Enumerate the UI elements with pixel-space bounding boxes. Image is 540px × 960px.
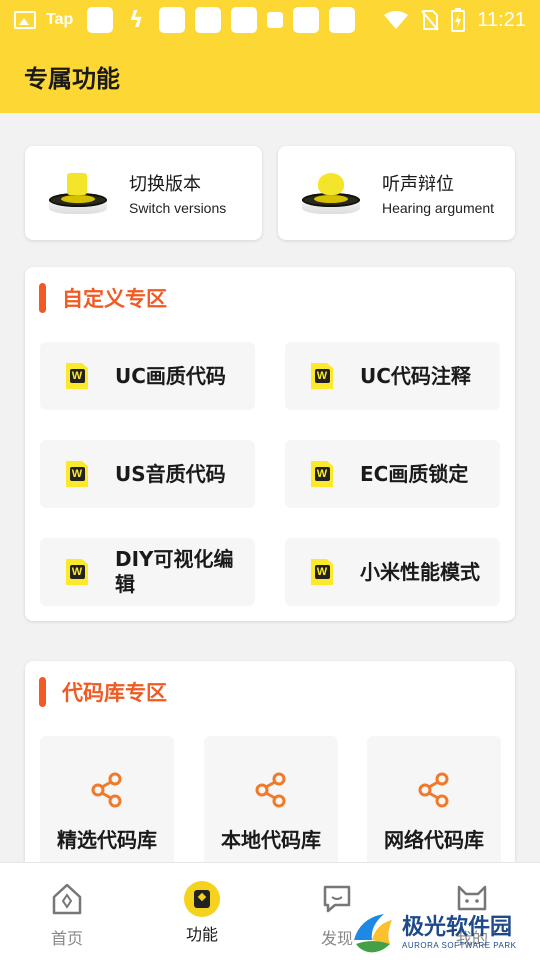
watermark-tagline: AURORA SOFTWARE PARK xyxy=(402,941,517,950)
library-label: 本地代码库 xyxy=(221,828,321,852)
watermark-name: 极光软件园 xyxy=(402,915,513,940)
app-bar: 专属功能 xyxy=(0,40,540,113)
bolt-icon: ϟ xyxy=(129,7,144,33)
custom-section: 自定义专区 W UC画质代码 W UC代码注释 W US音质代码 W EC画质锁… xyxy=(25,267,515,621)
feature-label: UC画质代码 xyxy=(115,363,226,388)
orb-pedestal-icon xyxy=(300,163,360,223)
page-title: 专属功能 xyxy=(24,65,120,93)
w-doc-icon: W xyxy=(66,363,88,389)
share-icon xyxy=(255,772,286,808)
card-title: 切换版本 xyxy=(129,174,201,195)
nav-label: 功能 xyxy=(185,925,218,944)
w-doc-icon: W xyxy=(66,461,88,487)
nav-label: 首页 xyxy=(50,929,83,948)
library-label: 精选代码库 xyxy=(57,828,157,852)
w-doc-icon: W xyxy=(66,559,88,585)
nav-home[interactable]: 首页 xyxy=(22,881,112,949)
w-doc-icon: W xyxy=(311,559,333,585)
cube-pedestal-icon xyxy=(47,163,107,223)
battery-charging-icon xyxy=(451,8,466,32)
notification-icon xyxy=(329,7,356,33)
switch-version-card[interactable]: 切换版本 Switch versions xyxy=(25,146,262,240)
feature-us-audio-code[interactable]: W US音质代码 xyxy=(40,440,255,508)
feature-label: DIY可视化编辑 xyxy=(115,547,234,596)
feature-uc-code-comment[interactable]: W UC代码注释 xyxy=(285,342,500,410)
home-icon xyxy=(52,883,82,915)
bookmark-icon xyxy=(184,881,220,917)
feature-xiaomi-performance[interactable]: W 小米性能模式 xyxy=(285,538,500,606)
library-label: 网络代码库 xyxy=(384,828,484,852)
card-title: 听声辩位 xyxy=(382,174,454,195)
feature-diy-visual-edit[interactable]: W DIY可视化编辑 xyxy=(40,538,255,606)
section-title: 自定义专区 xyxy=(62,287,167,311)
section-accent-bar xyxy=(39,283,46,313)
library-network[interactable]: 网络代码库 xyxy=(367,736,501,876)
feature-ec-quality-lock[interactable]: W EC画质锁定 xyxy=(285,440,500,508)
hearing-argument-card[interactable]: 听声辩位 Hearing argument xyxy=(278,146,515,240)
no-sim-icon xyxy=(421,10,440,31)
notification-icon xyxy=(293,7,320,33)
feature-label: 小米性能模式 xyxy=(360,559,480,584)
section-title: 代码库专区 xyxy=(62,681,167,705)
nav-features[interactable]: 功能 xyxy=(157,881,247,945)
feature-label: EC画质锁定 xyxy=(360,461,469,486)
card-subtitle: Switch versions xyxy=(129,200,227,216)
clock: 11:21 xyxy=(477,8,526,31)
notification-icon xyxy=(87,7,114,33)
notification-icon xyxy=(195,7,222,33)
library-local[interactable]: 本地代码库 xyxy=(204,736,338,876)
section-accent-bar xyxy=(39,677,46,707)
watermark: 极光软件园 AURORA SOFTWARE PARK xyxy=(350,905,540,960)
card-subtitle: Hearing argument xyxy=(382,200,495,216)
tap-app-label: Tap xyxy=(46,11,74,28)
notification-icon xyxy=(159,7,186,33)
w-doc-icon: W xyxy=(311,461,333,487)
share-icon xyxy=(91,772,122,808)
feature-label: US音质代码 xyxy=(115,461,226,486)
notification-icon xyxy=(231,7,258,33)
feature-label: UC代码注释 xyxy=(360,363,471,388)
aurora-logo-icon xyxy=(354,913,392,952)
status-bar: Tap ϟ 11:21 xyxy=(0,0,540,40)
notification-icon xyxy=(267,12,284,28)
image-icon xyxy=(14,11,36,29)
share-icon xyxy=(418,772,449,808)
library-featured[interactable]: 精选代码库 xyxy=(40,736,174,876)
w-doc-icon: W xyxy=(311,363,333,389)
feature-uc-quality-code[interactable]: W UC画质代码 xyxy=(40,342,255,410)
wifi-icon xyxy=(384,11,409,29)
